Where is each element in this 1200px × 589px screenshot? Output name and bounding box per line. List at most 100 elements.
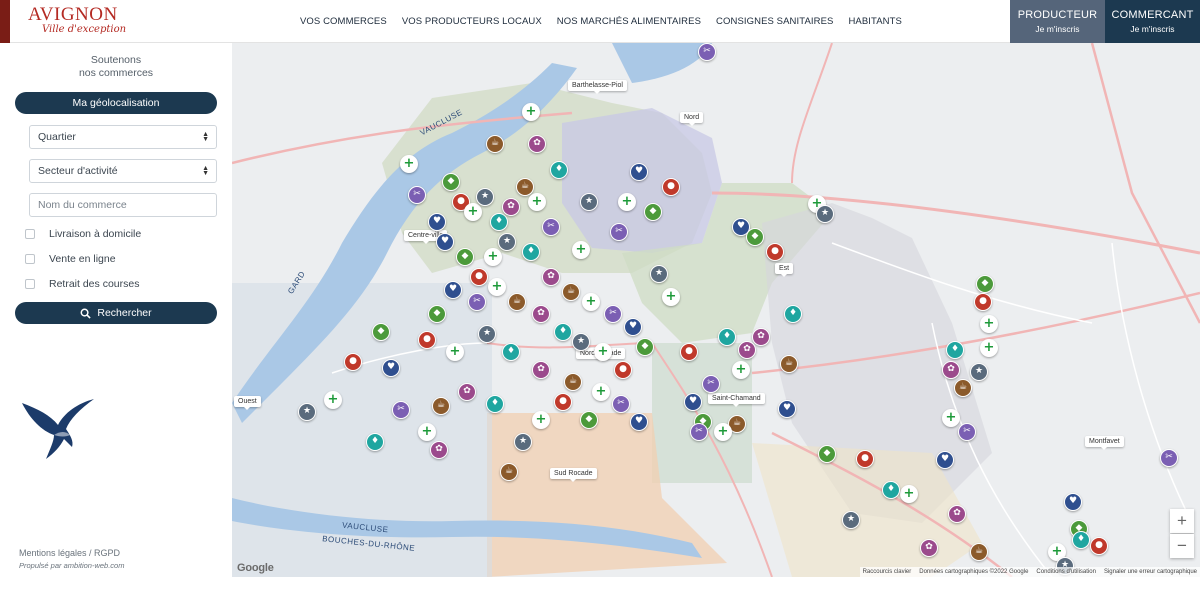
business-marker[interactable]: ● (470, 268, 488, 286)
business-marker[interactable]: ★ (580, 193, 598, 211)
nav-producteurs[interactable]: VOS PRODUCTEURS LOCAUX (402, 16, 542, 27)
district-label[interactable]: Nord (680, 112, 704, 126)
business-marker[interactable]: ♥ (936, 451, 954, 469)
pharmacy-marker[interactable]: + (464, 203, 482, 221)
business-marker[interactable]: ✂ (958, 423, 976, 441)
business-marker[interactable]: ★ (514, 433, 532, 451)
business-marker[interactable]: ♦ (490, 213, 508, 231)
business-marker[interactable]: ◆ (746, 228, 764, 246)
secteur-select[interactable]: Secteur d'activité ▲ ▼ (29, 159, 217, 183)
business-marker[interactable]: ✿ (942, 361, 960, 379)
business-marker[interactable]: ♦ (554, 323, 572, 341)
business-marker[interactable]: ◆ (372, 323, 390, 341)
business-marker[interactable]: ♥ (428, 213, 446, 231)
business-marker[interactable]: ◆ (818, 445, 836, 463)
district-label[interactable]: Ouest (234, 396, 261, 410)
nav-marches[interactable]: NOS MARCHÉS ALIMENTAIRES (557, 16, 701, 27)
business-marker[interactable]: ♦ (502, 343, 520, 361)
attribution-terms[interactable]: Conditions d'utilisation (1036, 569, 1096, 575)
pharmacy-marker[interactable]: + (324, 391, 342, 409)
business-marker[interactable]: ● (614, 361, 632, 379)
pharmacy-marker[interactable]: + (418, 423, 436, 441)
online-sale-checkbox[interactable]: Vente en ligne (25, 253, 116, 265)
business-marker[interactable]: ◆ (428, 305, 446, 323)
business-marker[interactable]: ✿ (458, 383, 476, 401)
search-button[interactable]: Rechercher (15, 302, 217, 324)
business-marker[interactable]: ☕ (564, 373, 582, 391)
district-label[interactable]: Montfavet (1085, 436, 1124, 450)
checkbox-box[interactable] (25, 279, 35, 289)
business-marker[interactable]: ✿ (532, 361, 550, 379)
business-marker[interactable]: ✂ (1160, 449, 1178, 467)
district-label[interactable]: Est (775, 263, 794, 277)
district-label[interactable]: Saint-Chamand (708, 393, 765, 407)
business-marker[interactable]: ♥ (630, 163, 648, 181)
pharmacy-marker[interactable]: + (980, 339, 998, 357)
business-marker[interactable]: ♥ (624, 318, 642, 336)
business-marker[interactable]: ☕ (500, 463, 518, 481)
powered-by[interactable]: Propulsé par ambition-web.com (19, 561, 124, 570)
business-marker[interactable]: ☕ (486, 135, 504, 153)
business-marker[interactable]: ♦ (550, 161, 568, 179)
business-marker[interactable]: ✂ (542, 218, 560, 236)
business-marker[interactable]: ♥ (630, 413, 648, 431)
business-marker[interactable]: ✂ (612, 395, 630, 413)
pharmacy-marker[interactable]: + (942, 409, 960, 427)
pharmacy-marker[interactable]: + (446, 343, 464, 361)
business-marker[interactable]: ☕ (432, 397, 450, 415)
business-marker[interactable]: ★ (572, 333, 590, 351)
business-marker[interactable]: ☕ (562, 283, 580, 301)
business-marker[interactable]: ✿ (542, 268, 560, 286)
business-marker[interactable]: ◆ (580, 411, 598, 429)
business-marker[interactable]: ♦ (366, 433, 384, 451)
business-marker[interactable]: ✿ (502, 198, 520, 216)
pharmacy-marker[interactable]: + (980, 315, 998, 333)
attribution-report[interactable]: Signaler une erreur cartographique (1104, 569, 1197, 575)
business-marker[interactable]: ● (1090, 537, 1108, 555)
business-marker[interactable]: ● (856, 450, 874, 468)
business-marker[interactable]: ● (662, 178, 680, 196)
business-marker[interactable]: ♦ (718, 328, 736, 346)
business-marker[interactable]: ✿ (948, 505, 966, 523)
business-marker[interactable]: ☕ (780, 355, 798, 373)
checkbox-box[interactable] (25, 229, 35, 239)
attribution-shortcuts[interactable]: Raccourcis clavier (863, 569, 912, 575)
business-marker[interactable]: ♦ (486, 395, 504, 413)
zoom-in-button[interactable]: + (1170, 509, 1194, 533)
business-marker[interactable]: ✂ (702, 375, 720, 393)
business-marker[interactable]: ♥ (684, 393, 702, 411)
business-marker[interactable]: ◆ (976, 275, 994, 293)
business-marker[interactable]: ◆ (442, 173, 460, 191)
nav-commerces[interactable]: VOS COMMERCES (300, 16, 387, 27)
business-marker[interactable]: ♦ (522, 243, 540, 261)
business-marker[interactable]: ✂ (610, 223, 628, 241)
pharmacy-marker[interactable]: + (900, 485, 918, 503)
business-marker[interactable]: ✂ (408, 186, 426, 204)
business-marker[interactable]: ★ (478, 325, 496, 343)
business-marker[interactable]: ✂ (468, 293, 486, 311)
district-label[interactable]: Sud Rocade (550, 468, 597, 482)
business-marker[interactable]: ◆ (636, 338, 654, 356)
business-marker[interactable]: ♦ (1072, 531, 1090, 549)
business-marker[interactable]: ☕ (508, 293, 526, 311)
pharmacy-marker[interactable]: + (572, 241, 590, 259)
nav-habitants[interactable]: HABITANTS (848, 16, 902, 27)
business-marker[interactable]: ★ (298, 403, 316, 421)
pharmacy-marker[interactable]: + (732, 361, 750, 379)
pharmacy-marker[interactable]: + (714, 423, 732, 441)
business-marker[interactable]: ◆ (456, 248, 474, 266)
business-marker[interactable]: ◆ (644, 203, 662, 221)
delivery-checkbox[interactable]: Livraison à domicile (25, 228, 141, 240)
business-marker[interactable]: ● (766, 243, 784, 261)
pharmacy-marker[interactable]: + (400, 155, 418, 173)
business-marker[interactable]: ✂ (698, 43, 716, 61)
business-marker[interactable]: ♥ (436, 233, 454, 251)
business-marker[interactable]: ✿ (920, 539, 938, 557)
pharmacy-marker[interactable]: + (528, 193, 546, 211)
business-marker[interactable]: ✿ (752, 328, 770, 346)
business-marker[interactable]: ★ (842, 511, 860, 529)
business-marker[interactable]: ★ (970, 363, 988, 381)
business-marker[interactable]: ● (418, 331, 436, 349)
business-marker[interactable]: ♦ (946, 341, 964, 359)
nav-consignes[interactable]: CONSIGNES SANITAIRES (716, 16, 833, 27)
